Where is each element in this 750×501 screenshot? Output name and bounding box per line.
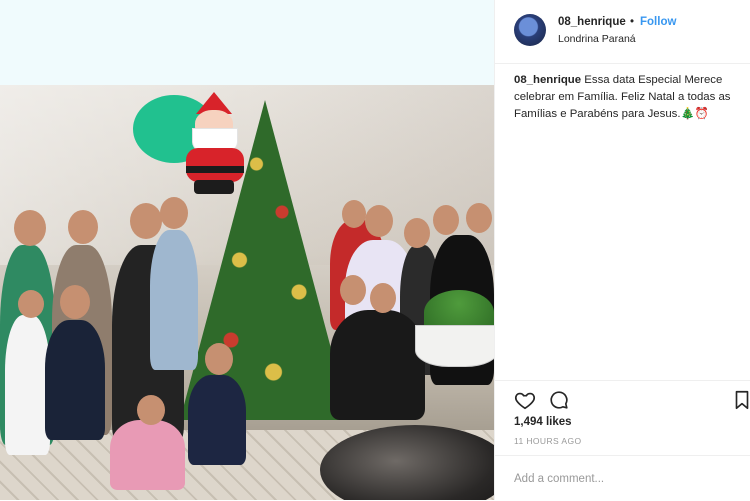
post-sidebar: 08_henrique • Follow Londrina Paraná 08_… <box>494 0 750 500</box>
person-2-head <box>68 210 98 244</box>
person-4 <box>150 230 198 370</box>
person-3-head <box>130 203 162 239</box>
person-10-head <box>365 205 393 237</box>
photo-panel <box>0 0 499 500</box>
santa-legs <box>194 180 234 194</box>
person-8 <box>110 420 185 490</box>
separator-dot: • <box>630 16 635 28</box>
comment-icon[interactable] <box>548 389 570 411</box>
username-link[interactable]: 08_henrique <box>558 16 626 28</box>
person-9-head <box>342 200 366 228</box>
comment-input[interactable] <box>514 470 734 488</box>
person-7 <box>188 375 246 465</box>
follow-button[interactable]: Follow <box>640 16 676 28</box>
post-actions <box>495 380 750 421</box>
person-14 <box>330 310 425 420</box>
person-11-head <box>404 218 430 248</box>
person-6-head <box>60 285 90 319</box>
caption-username[interactable]: 08_henrique <box>514 74 581 86</box>
likes-count[interactable]: 1,494 likes <box>514 416 572 428</box>
santa-sticker <box>178 92 250 194</box>
person-15-head <box>370 283 396 313</box>
santa-belt <box>186 166 244 173</box>
post-header: 08_henrique • Follow Londrina Paraná <box>495 0 750 64</box>
person-12-head <box>433 205 459 235</box>
person-7-head <box>205 343 233 375</box>
avatar[interactable] <box>514 14 546 46</box>
person-1-head <box>14 210 46 246</box>
person-14-head <box>340 275 366 305</box>
person-4-head <box>160 197 188 229</box>
heart-icon[interactable] <box>514 389 536 411</box>
post-caption: 08_henrique Essa data Especial Merece ce… <box>514 72 736 123</box>
person-6 <box>45 320 105 440</box>
plant-pot <box>415 325 499 367</box>
person-13-head <box>466 203 492 233</box>
santa-body <box>186 148 244 182</box>
post-time: 11 HOURS AGO <box>514 436 582 446</box>
person-5-head <box>18 290 44 318</box>
comment-bar <box>495 455 750 501</box>
person-5 <box>5 315 50 455</box>
bookmark-icon[interactable] <box>731 389 750 411</box>
person-8-head <box>137 395 165 425</box>
location-link[interactable]: Londrina Paraná <box>558 33 636 45</box>
